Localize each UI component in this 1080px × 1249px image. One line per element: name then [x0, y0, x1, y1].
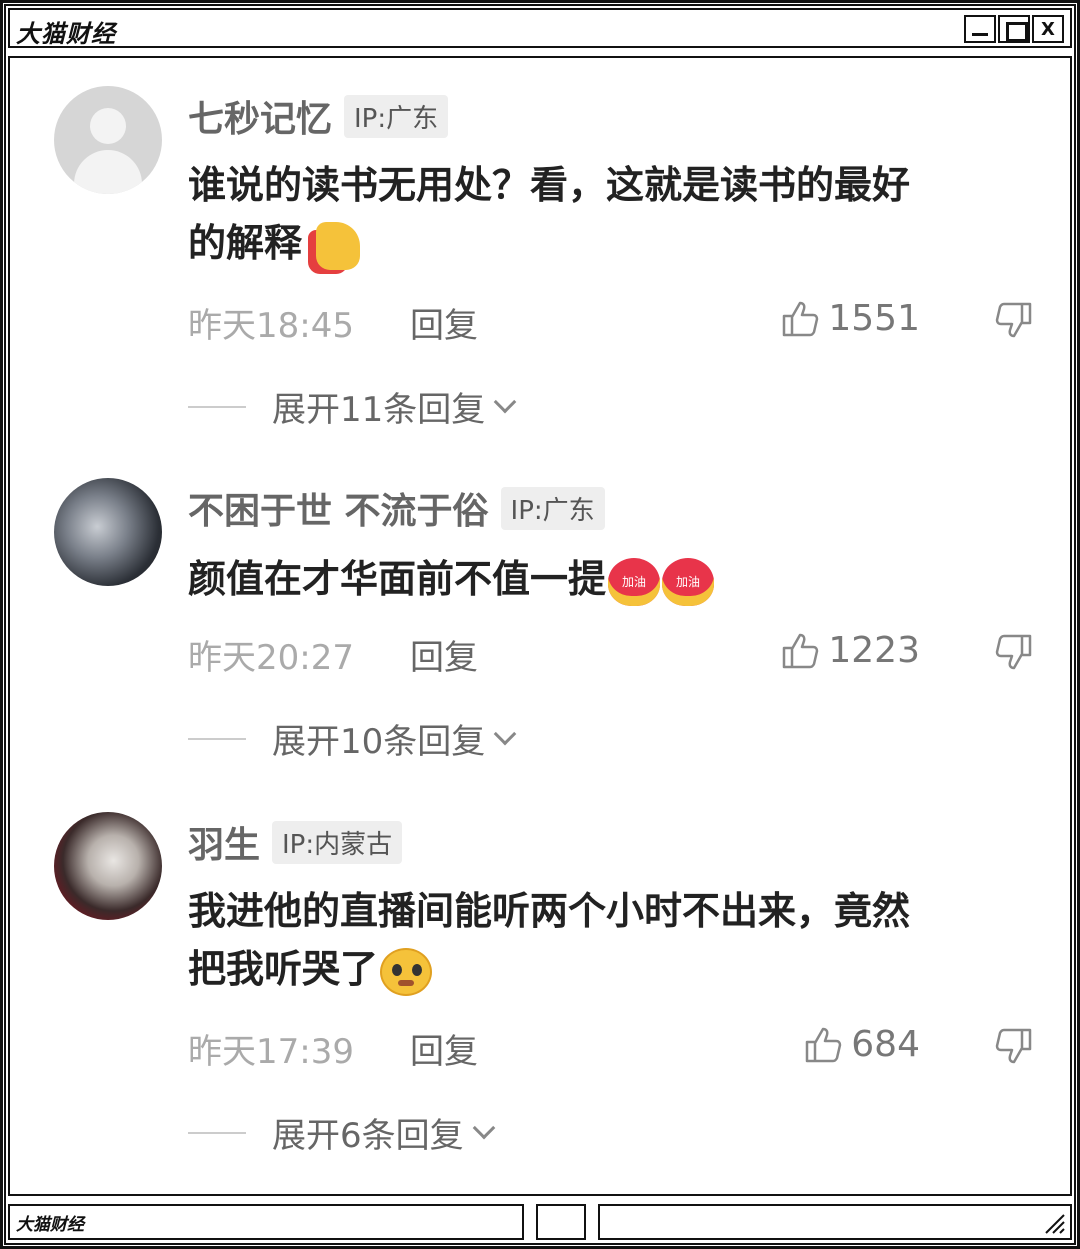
comment-text: 颜值在才华面前不值一提 加油 加油 — [188, 550, 1038, 608]
comment-timestamp: 昨天20:27 — [188, 638, 354, 678]
chevron-down-icon — [493, 722, 517, 745]
reply-button[interactable]: 回复 — [410, 1024, 478, 1073]
comment-timestamp: 昨天18:45 — [188, 306, 354, 346]
thumbs-up-emoji-icon — [316, 221, 361, 270]
reply-button[interactable]: 回复 — [410, 298, 478, 347]
like-button[interactable]: 684 — [803, 1024, 920, 1065]
window-title: 大猫财经 — [16, 20, 116, 48]
avatar[interactable] — [54, 812, 162, 920]
comment-text-line: 我进他的直播间能听两个小时不出来，竟然 — [188, 889, 911, 933]
comment-text-line: 谁说的读书无用处？看，这就是读书的最好 — [188, 163, 911, 207]
thumbs-up-icon — [806, 1027, 842, 1062]
maximize-button[interactable] — [998, 15, 1030, 43]
comment-header: 七秒记忆 IP:广东 — [188, 90, 449, 142]
ip-location-badge: IP:广东 — [500, 486, 605, 530]
thumbs-up-icon — [783, 301, 819, 336]
comment-text-line-with-emoji: 的解释 — [188, 214, 1038, 272]
pleading-face-emoji-icon — [380, 947, 433, 996]
avatar[interactable] — [54, 478, 162, 586]
title-bar: 大猫财经 X — [8, 8, 1072, 48]
thumbs-down-icon[interactable] — [994, 1026, 1034, 1066]
heart-cheer-emoji-icon: 加油 — [662, 557, 715, 606]
comment-text-line: 颜值在才华面前不值一提 — [188, 557, 607, 601]
expand-divider — [188, 405, 246, 408]
default-avatar-head — [90, 108, 126, 144]
chevron-down-icon — [493, 390, 517, 413]
thumbs-down-icon[interactable] — [994, 632, 1034, 672]
expand-divider — [188, 1131, 246, 1134]
expand-replies[interactable]: 展开11条回复 — [188, 382, 517, 431]
username[interactable]: 羽生 — [188, 816, 260, 868]
chevron-down-icon — [472, 1116, 495, 1139]
ip-location-badge: IP:广东 — [344, 94, 449, 138]
status-bar-panel-right — [598, 1204, 1072, 1240]
expand-replies[interactable]: 展开6条回复 — [188, 1108, 495, 1157]
comment-text: 我进他的直播间能听两个小时不出来，竟然 把我听哭了 — [188, 882, 1038, 998]
comment-text: 谁说的读书无用处？看，这就是读书的最好 的解释 — [188, 156, 1038, 272]
reply-button[interactable]: 回复 — [410, 630, 478, 679]
footer-brand-label: 大猫财经 — [16, 1215, 84, 1235]
comment-list: 七秒记忆 IP:广东 谁说的读书无用处？看，这就是读书的最好 的解释 昨天18:… — [8, 56, 1072, 1196]
heart-cheer-emoji-icon: 加油 — [608, 557, 661, 606]
close-button[interactable]: X — [1032, 15, 1064, 43]
resize-grip-icon[interactable] — [1042, 1211, 1066, 1235]
expand-replies-label[interactable]: 展开6条回复 — [272, 1108, 464, 1157]
thumbs-up-icon — [783, 633, 819, 668]
comment-header: 羽生 IP:内蒙古 — [188, 816, 403, 868]
status-bar-panel — [536, 1204, 586, 1240]
comment-text-line: 的解释 — [188, 221, 303, 265]
comment-meta: 昨天18:45 回复 1551 — [188, 298, 1038, 346]
expand-replies-label[interactable]: 展开10条回复 — [272, 714, 485, 763]
avatar[interactable] — [54, 86, 162, 194]
expand-replies-label[interactable]: 展开11条回复 — [272, 382, 485, 431]
username[interactable]: 不困于世 不流于俗 — [188, 482, 489, 534]
like-count: 1223 — [828, 630, 920, 671]
expand-divider — [188, 737, 246, 740]
comment-meta: 昨天17:39 回复 684 — [188, 1024, 1038, 1072]
minimize-button[interactable] — [964, 15, 996, 43]
comment-meta: 昨天20:27 回复 1223 — [188, 630, 1038, 678]
comment-text-line-with-emoji: 把我听哭了 — [188, 940, 1038, 998]
comment-timestamp: 昨天17:39 — [188, 1032, 354, 1072]
like-button[interactable]: 1551 — [780, 298, 920, 339]
username[interactable]: 七秒记忆 — [188, 90, 332, 142]
default-avatar-body — [74, 150, 142, 194]
like-button[interactable]: 1223 — [780, 630, 920, 671]
comment-header: 不困于世 不流于俗 IP:广东 — [188, 482, 605, 534]
comment-text-line: 把我听哭了 — [188, 947, 379, 991]
like-count: 684 — [851, 1024, 920, 1065]
window-controls: X — [964, 15, 1064, 43]
expand-replies[interactable]: 展开10条回复 — [188, 714, 517, 763]
ip-location-badge: IP:内蒙古 — [272, 820, 403, 864]
status-bar-brand: 大猫财经 — [8, 1204, 524, 1240]
like-count: 1551 — [828, 298, 920, 339]
thumbs-down-icon[interactable] — [994, 300, 1034, 340]
